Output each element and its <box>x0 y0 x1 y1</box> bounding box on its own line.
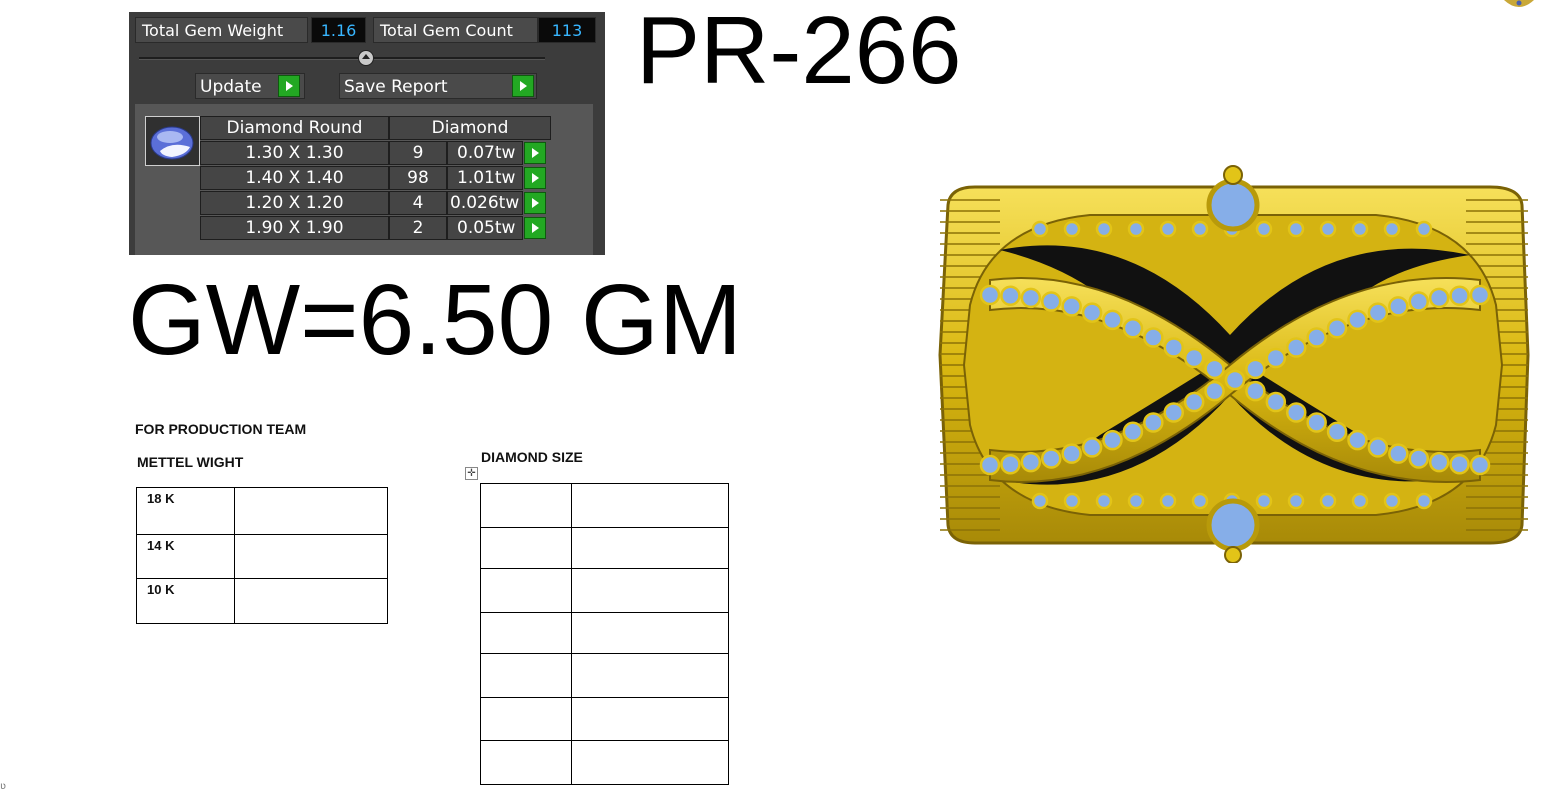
total-gem-weight-label: Total Gem Weight <box>135 17 308 43</box>
slider-knob-icon[interactable] <box>358 50 374 66</box>
table-move-handle-icon[interactable]: ✛ <box>465 467 478 480</box>
corner-glyph-icon: ʋ <box>0 781 6 792</box>
play-arrow-icon[interactable] <box>512 75 534 97</box>
part-number: PR-266 <box>636 0 962 104</box>
panel-slider-track[interactable] <box>139 57 545 60</box>
total-gem-weight-value: 1.16 <box>311 17 366 43</box>
gem-size-cell: 1.90 X 1.90 <box>200 216 389 240</box>
play-arrow-icon[interactable] <box>524 192 546 214</box>
diamond-size-heading: DIAMOND SIZE <box>481 449 583 465</box>
metal-weight-table: 18 K 14 K 10 K <box>136 487 388 624</box>
diamond-size-cell[interactable] <box>571 568 729 613</box>
total-gem-count-value: 113 <box>538 17 596 43</box>
corner-logo-icon <box>1504 0 1534 7</box>
table-row: 18 K <box>136 487 388 535</box>
table-row <box>480 697 729 741</box>
gem-weight-cell: 0.026tw <box>447 191 523 215</box>
diamond-size-cell[interactable] <box>571 483 729 528</box>
table-row <box>480 653 729 698</box>
diamond-size-cell[interactable] <box>480 612 572 654</box>
diamond-size-cell[interactable] <box>571 612 729 654</box>
gross-weight: GW=6.50 GM <box>128 264 743 376</box>
metal-weight-cell[interactable] <box>234 487 388 535</box>
play-arrow-icon[interactable] <box>524 142 546 164</box>
metal-weight-cell[interactable] <box>234 534 388 579</box>
play-arrow-icon[interactable] <box>278 75 300 97</box>
table-row: 10 K <box>136 578 388 624</box>
round-diamond-icon <box>145 116 200 166</box>
diamond-size-cell[interactable] <box>480 697 572 741</box>
gem-count-cell: 98 <box>389 166 447 190</box>
total-gem-count-label: Total Gem Count <box>373 17 538 43</box>
metal-label: 18 K <box>147 491 175 506</box>
gem-weight-cell: 0.07tw <box>447 141 523 165</box>
gem-table: Diamond Round Diamond 1.30 X 1.30 9 0.07… <box>135 104 593 255</box>
diamond-size-cell[interactable] <box>480 740 572 785</box>
gem-shape-header: Diamond Round <box>200 116 389 140</box>
gem-count-cell: 4 <box>389 191 447 215</box>
diamond-size-cell[interactable] <box>480 527 572 569</box>
table-row <box>480 568 729 613</box>
table-row <box>480 612 729 654</box>
play-arrow-icon[interactable] <box>524 167 546 189</box>
play-arrow-icon[interactable] <box>524 217 546 239</box>
diamond-size-cell[interactable] <box>571 697 729 741</box>
gem-size-cell: 1.20 X 1.20 <box>200 191 389 215</box>
table-row: 14 K <box>136 534 388 579</box>
gem-count-cell: 9 <box>389 141 447 165</box>
jewelry-render <box>930 165 1536 564</box>
table-row <box>480 740 729 785</box>
update-button[interactable]: Update <box>195 73 305 99</box>
update-button-label: Update <box>200 77 262 97</box>
metal-label: 14 K <box>147 538 175 553</box>
metal-label: 10 K <box>147 582 175 597</box>
metal-weight-cell[interactable] <box>234 578 388 624</box>
table-row <box>480 483 729 528</box>
diamond-size-cell[interactable] <box>480 568 572 613</box>
diamond-size-cell[interactable] <box>480 653 572 698</box>
table-row <box>480 527 729 569</box>
diamond-size-cell[interactable] <box>571 527 729 569</box>
gem-size-cell: 1.30 X 1.30 <box>200 141 389 165</box>
gem-type-header: Diamond <box>389 116 551 140</box>
diamond-size-cell[interactable] <box>571 740 729 785</box>
gem-weight-cell: 1.01tw <box>447 166 523 190</box>
gem-report-panel: Total Gem Weight 1.16 Total Gem Count 11… <box>129 12 605 255</box>
metal-weight-heading: METTEL WIGHT <box>137 454 244 470</box>
gem-count-cell: 2 <box>389 216 447 240</box>
save-report-button[interactable]: Save Report <box>339 73 537 99</box>
gem-size-cell: 1.40 X 1.40 <box>200 166 389 190</box>
gem-weight-cell: 0.05tw <box>447 216 523 240</box>
diamond-size-table <box>480 483 729 785</box>
diamond-size-cell[interactable] <box>480 483 572 528</box>
save-report-button-label: Save Report <box>344 77 448 97</box>
diamond-size-cell[interactable] <box>571 653 729 698</box>
production-team-heading: FOR PRODUCTION TEAM <box>135 421 307 437</box>
